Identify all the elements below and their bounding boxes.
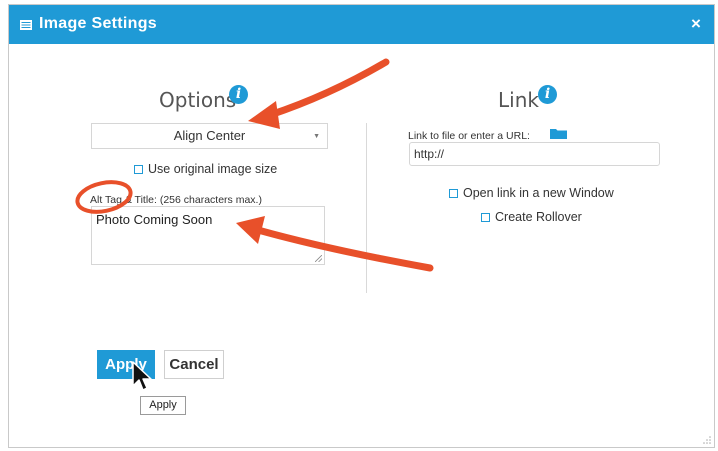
alt-title-value: Photo Coming Soon xyxy=(96,212,213,227)
alt-title-textarea[interactable]: Photo Coming Soon xyxy=(91,206,325,265)
align-select-value: Align Center xyxy=(173,128,246,143)
create-rollover-checkbox[interactable] xyxy=(481,213,490,222)
use-original-size-checkbox[interactable] xyxy=(134,165,143,174)
create-rollover-label: Create Rollover xyxy=(495,210,582,224)
dialog-title: Image Settings xyxy=(39,15,158,32)
new-window-label: Open link in a new Window xyxy=(463,186,614,200)
chevron-down-icon: ▼ xyxy=(313,133,320,140)
align-select[interactable]: Align Center ▼ xyxy=(91,123,328,149)
options-info-icon[interactable]: i xyxy=(229,85,248,104)
dialog-resize-grip-icon[interactable] xyxy=(703,436,711,444)
link-heading: Link xyxy=(498,88,539,112)
folder-icon[interactable] xyxy=(550,128,567,139)
column-divider xyxy=(366,123,367,293)
alt-title-label: Alt Tag & Title: (256 characters max.) xyxy=(90,194,262,206)
url-label: Link to file or enter a URL: xyxy=(408,130,530,142)
close-button[interactable]: × xyxy=(686,14,706,34)
link-info-icon[interactable]: i xyxy=(538,85,557,104)
cancel-button[interactable]: Cancel xyxy=(164,350,224,379)
new-window-checkbox[interactable] xyxy=(449,189,458,198)
url-input[interactable]: http:// xyxy=(409,142,660,166)
apply-tooltip: Apply xyxy=(140,396,186,415)
list-icon xyxy=(20,20,32,30)
mouse-pointer-icon xyxy=(132,361,152,391)
use-original-size-label: Use original image size xyxy=(148,162,278,176)
resize-grip-icon[interactable] xyxy=(315,255,322,262)
dialog-titlebar: Image Settings × xyxy=(9,5,714,44)
image-settings-dialog: Image Settings × Options i Align Center … xyxy=(8,4,715,448)
options-heading: Options xyxy=(159,88,237,112)
